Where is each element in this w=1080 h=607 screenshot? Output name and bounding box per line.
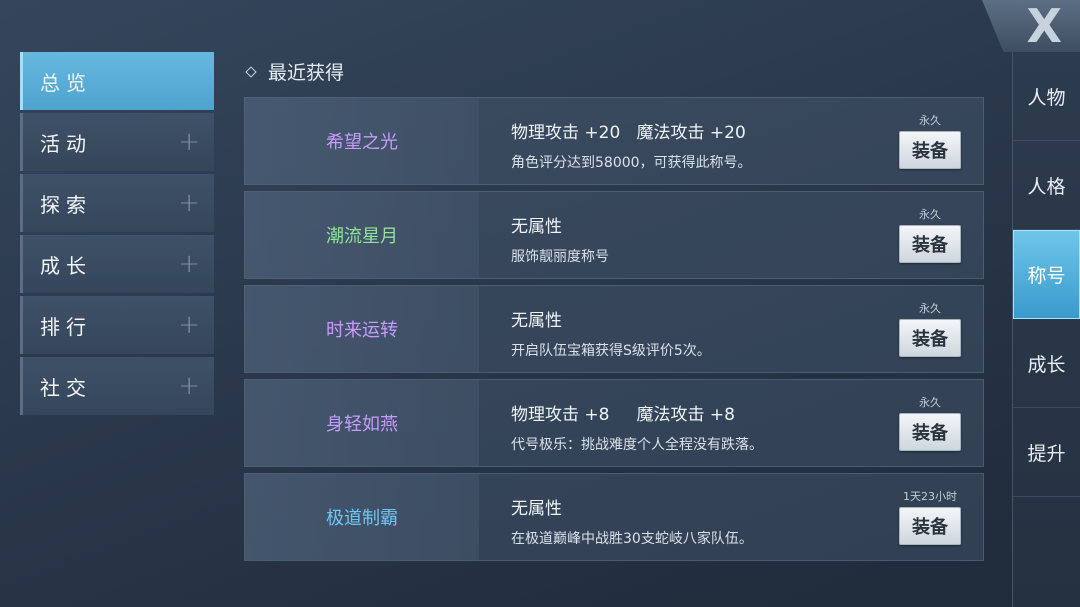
title-name: 希望之光 bbox=[245, 98, 479, 184]
equip-button[interactable]: 装备 bbox=[899, 131, 961, 169]
expand-plus-icon: + bbox=[178, 310, 200, 340]
left-menu-item-label: 排行 bbox=[40, 314, 92, 339]
tab-character[interactable]: 人物 bbox=[1013, 52, 1080, 141]
tab-titles[interactable]: 称号 bbox=[1013, 230, 1080, 319]
tab-personality[interactable]: 人格 bbox=[1013, 141, 1080, 230]
left-menu-item-label: 成长 bbox=[40, 253, 92, 278]
section-header: 最近获得 bbox=[245, 58, 345, 85]
left-menu-item-label: 总览 bbox=[40, 70, 92, 95]
close-button[interactable]: X bbox=[982, 0, 1080, 52]
title-card: 极道制霸 无属性 在极道巅峰中战胜30支蛇岐八家队伍。 1天23小时 装备 bbox=[244, 473, 984, 561]
title-name: 时来运转 bbox=[245, 286, 479, 372]
title-list: 希望之光 物理攻击 +20 魔法攻击 +20 角色评分达到58000，可获得此称… bbox=[244, 97, 984, 567]
title-duration: 永久 bbox=[919, 302, 941, 315]
title-card: 潮流星月 无属性 服饰靓丽度称号 永久 装备 bbox=[244, 191, 984, 279]
expand-plus-icon: + bbox=[178, 127, 200, 157]
equip-button[interactable]: 装备 bbox=[899, 507, 961, 545]
left-menu: 总览 活动 + 探索 + 成长 + 排行 + 社交 + bbox=[20, 52, 214, 418]
title-card: 身轻如燕 物理攻击 +8 魔法攻击 +8 代号极乐：挑战难度个人全程没有跌落。 … bbox=[244, 379, 984, 467]
equip-button[interactable]: 装备 bbox=[899, 319, 961, 357]
title-duration: 1天23小时 bbox=[903, 490, 957, 503]
left-menu-item-growth[interactable]: 成长 + bbox=[20, 235, 214, 293]
left-menu-item-overview[interactable]: 总览 bbox=[20, 52, 214, 110]
left-menu-item-social[interactable]: 社交 + bbox=[20, 357, 214, 415]
tab-growth[interactable]: 成长 bbox=[1013, 319, 1080, 408]
expand-plus-icon: + bbox=[178, 249, 200, 279]
left-menu-item-label: 探索 bbox=[40, 192, 92, 217]
diamond-icon bbox=[245, 65, 257, 78]
expand-plus-icon: + bbox=[178, 188, 200, 218]
left-menu-item-activity[interactable]: 活动 + bbox=[20, 113, 214, 171]
title-card: 时来运转 无属性 开启队伍宝箱获得S级评价5次。 永久 装备 bbox=[244, 285, 984, 373]
left-menu-item-explore[interactable]: 探索 + bbox=[20, 174, 214, 232]
title-duration: 永久 bbox=[919, 396, 941, 409]
title-name: 极道制霸 bbox=[245, 474, 479, 560]
equip-button[interactable]: 装备 bbox=[899, 413, 961, 451]
left-menu-item-label: 活动 bbox=[40, 131, 92, 156]
left-menu-item-label: 社交 bbox=[40, 375, 92, 400]
title-name: 潮流星月 bbox=[245, 192, 479, 278]
equip-button[interactable]: 装备 bbox=[899, 225, 961, 263]
title-card: 希望之光 物理攻击 +20 魔法攻击 +20 角色评分达到58000，可获得此称… bbox=[244, 97, 984, 185]
left-menu-item-ranking[interactable]: 排行 + bbox=[20, 296, 214, 354]
title-name: 身轻如燕 bbox=[245, 380, 479, 466]
tab-upgrade[interactable]: 提升 bbox=[1013, 408, 1080, 497]
section-title: 最近获得 bbox=[268, 62, 345, 84]
close-icon: X bbox=[1026, 0, 1062, 53]
title-duration: 永久 bbox=[919, 114, 941, 127]
right-tab-bar: 人物 人格 称号 成长 提升 bbox=[1012, 52, 1080, 607]
title-duration: 永久 bbox=[919, 208, 941, 221]
expand-plus-icon: + bbox=[178, 371, 200, 401]
